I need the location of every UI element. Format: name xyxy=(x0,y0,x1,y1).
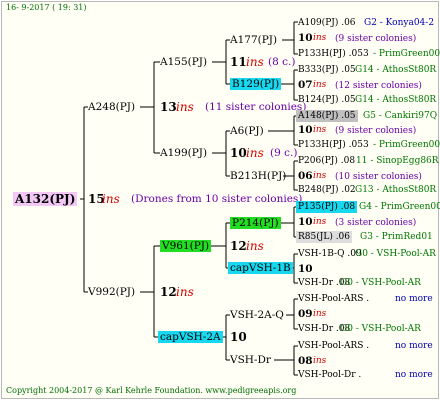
g2-a155[interactable]: A155(PJ) xyxy=(160,56,207,68)
g3-b213h-ins: ins xyxy=(313,171,327,181)
g3-a6[interactable]: A6(PJ) xyxy=(230,125,264,137)
g4-left[interactable]: P133H(PJ) .053 xyxy=(298,48,369,60)
g2-v961[interactable]: V961(PJ) xyxy=(160,240,212,252)
g1-a248-ins: ins xyxy=(176,100,194,114)
g3-a177-num: 10 xyxy=(298,32,313,44)
g4-right: G4 - PrimGreen00 xyxy=(359,202,440,212)
g4-left[interactable]: A148(PJ) .05 xyxy=(296,110,358,122)
g3-a6-ins: ins xyxy=(313,125,327,135)
g2-a199[interactable]: A199(PJ) xyxy=(160,147,207,159)
g3-capvsh1b-num: 10 xyxy=(298,263,313,275)
g4-right: G0 - VSH-Pool-AR xyxy=(340,324,421,334)
g4-right: no more xyxy=(395,294,433,304)
root-note: (Drones from 10 sister colonies) xyxy=(131,193,303,205)
g3-b213h-num: 06 xyxy=(298,170,313,182)
g4-right: - PrimGreen00 xyxy=(373,140,440,150)
g4-left[interactable]: A109(PJ) .06 xyxy=(298,17,356,29)
g3-b129-note: (12 sister colonies) xyxy=(335,81,422,91)
g4-left[interactable]: P206(PJ) .08 xyxy=(298,155,355,167)
g4-right: G3 - PrimRed01 xyxy=(360,232,433,242)
g3-vshdr[interactable]: VSH-Dr xyxy=(230,354,271,366)
g3-capvsh1b[interactable]: capVSH-1B xyxy=(228,262,293,274)
print-date: 16- 9-2017 ( 19: 31) xyxy=(6,3,87,12)
g4-right: G2 - Konya04-2 xyxy=(364,18,435,28)
g2-a199-ins: ins xyxy=(246,146,264,160)
g4-left[interactable]: R85(JL) .06 xyxy=(296,231,353,243)
g4-right: G5 - Cankiri97Q xyxy=(363,111,438,121)
g4-left[interactable]: P133H(PJ) .053 xyxy=(298,139,369,151)
g3-a177-ins: ins xyxy=(313,33,327,43)
g2-v961-num: 12 xyxy=(230,239,247,253)
g4-right: G0 - VSH-Pool-AR xyxy=(355,249,436,259)
g4-right: G14 - AthosSt80R xyxy=(355,65,437,75)
g4-left[interactable]: B333(PJ) .05 xyxy=(298,64,356,76)
g4-right: 11 - SinopEgg86R xyxy=(356,156,439,166)
g3-p214[interactable]: P214(PJ) xyxy=(230,217,281,229)
g3-b129[interactable]: B129(PJ) xyxy=(230,78,282,90)
g4-left[interactable]: VSH-1B-Q .09 xyxy=(298,248,362,260)
g3-b213h-note: (10 sister colonies) xyxy=(335,172,422,182)
g3-a6-num: 10 xyxy=(298,124,313,136)
g3-vshdr-num: 08 xyxy=(298,355,313,367)
g3-vsh2aq[interactable]: VSH-2A-Q xyxy=(230,309,284,321)
g2-capvsh2a-num: 10 xyxy=(230,330,247,344)
g2-a155-num: 11 xyxy=(230,55,247,69)
root-ins: ins xyxy=(102,192,120,206)
g4-left[interactable]: B124(PJ) .05 xyxy=(298,94,356,106)
g4-right: no more xyxy=(395,370,433,380)
root-queen[interactable]: A132(PJ) xyxy=(13,192,78,206)
g3-vsh2aq-ins: ins xyxy=(313,309,327,319)
g1-a248-note: (11 sister colonies) xyxy=(205,101,307,113)
g2-a199-num: 10 xyxy=(230,146,247,160)
g4-right: G14 - AthosSt80R xyxy=(355,95,437,105)
g4-left[interactable]: VSH-Pool-ARS . xyxy=(298,340,369,352)
g2-v961-ins: ins xyxy=(246,239,264,253)
g1-v992[interactable]: V992(PJ) xyxy=(88,286,135,298)
g3-p214-num: 10 xyxy=(298,216,313,228)
g3-a177[interactable]: A177(PJ) xyxy=(230,34,277,46)
g3-vsh2aq-num: 09 xyxy=(298,308,313,320)
g2-a199-note: (9 c.) xyxy=(270,147,298,159)
g4-right: G0 - VSH-Pool-AR xyxy=(340,278,421,288)
g3-a177-note: (9 sister colonies) xyxy=(335,34,417,44)
g4-left[interactable]: VSH-Pool-ARS . xyxy=(298,293,369,305)
g3-b129-ins: ins xyxy=(313,80,327,90)
g1-v992-ins: ins xyxy=(176,285,194,299)
g3-p214-ins: ins xyxy=(313,217,327,227)
g4-right: G13 - AthosSt80R xyxy=(355,185,437,195)
g1-a248-num: 13 xyxy=(160,100,177,114)
g2-capvsh2a[interactable]: capVSH-2A xyxy=(158,331,223,343)
g4-right: no more xyxy=(395,341,433,351)
g4-right: - PrimGreen00 xyxy=(373,49,440,59)
g3-b213h[interactable]: B213H(PJ) xyxy=(230,170,286,182)
g3-b129-num: 07 xyxy=(298,79,313,91)
g4-left[interactable]: B248(PJ) .02 xyxy=(298,184,356,196)
g3-a6-note: (9 sister colonies) xyxy=(335,126,417,136)
g4-left[interactable]: VSH-Pool-Dr . xyxy=(298,369,361,381)
g3-vshdr-ins: ins xyxy=(313,356,327,366)
g3-p214-note: (3 sister colonies) xyxy=(335,218,417,228)
g1-a248[interactable]: A248(PJ) xyxy=(88,101,135,113)
g2-a155-note: (8 c.) xyxy=(268,56,296,68)
g2-a155-ins: ins xyxy=(246,55,264,69)
footer-copyright: Copyright 2004-2017 @ Karl Kehrle Founda… xyxy=(6,386,297,395)
g1-v992-num: 12 xyxy=(160,285,177,299)
g4-left[interactable]: P135(PJ) .08 xyxy=(296,201,358,213)
